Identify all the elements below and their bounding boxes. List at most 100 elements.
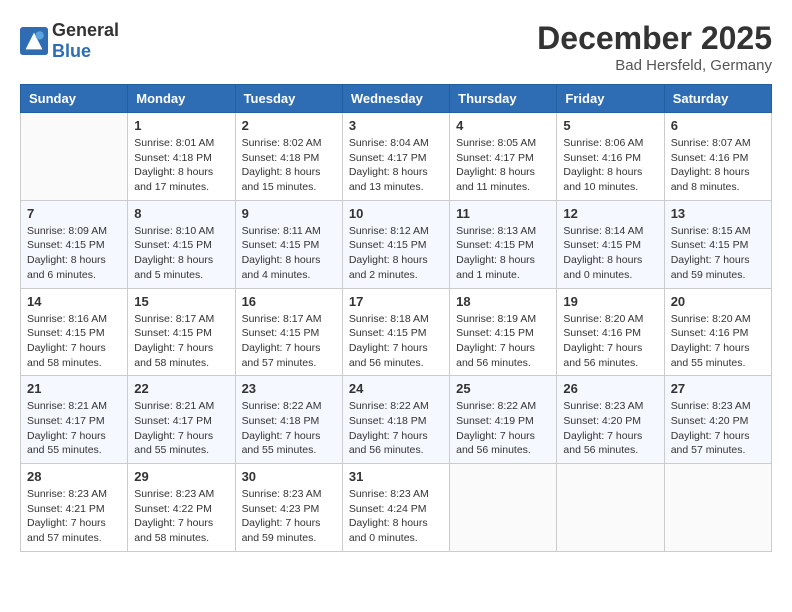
logo-general: General [52,20,119,40]
day-number: 7 [27,206,121,221]
day-number: 18 [456,294,550,309]
day-info: Sunrise: 8:21 AM Sunset: 4:17 PM Dayligh… [27,399,121,458]
calendar-cell: 14 Sunrise: 8:16 AM Sunset: 4:15 PM Dayli… [21,288,128,376]
day-info: Sunrise: 8:05 AM Sunset: 4:17 PM Dayligh… [456,136,550,195]
day-of-week-sunday: Sunday [21,85,128,113]
calendar-cell: 4Sunrise: 8:05 AM Sunset: 4:17 PM Daylig… [450,113,557,201]
day-info: Sunrise: 8:17 AM Sunset: 4:15 PM Dayligh… [134,312,228,371]
logo-blue: Blue [52,41,91,61]
calendar-cell: 27 Sunrise: 8:23 AM Sunset: 4:20 PM Dayli… [664,376,771,464]
calendar-cell: 31Sunrise: 8:23 AM Sunset: 4:24 PM Dayli… [342,464,449,552]
day-info: Sunrise: 8:20 AM Sunset: 4:16 PM Dayligh… [563,312,657,371]
day-info: Sunrise: 8:22 AM Sunset: 4:18 PM Dayligh… [242,399,336,458]
calendar-cell: 8Sunrise: 8:10 AM Sunset: 4:15 PM Daylig… [128,200,235,288]
day-info: Sunrise: 8:21 AM Sunset: 4:17 PM Dayligh… [134,399,228,458]
calendar-cell: 24 Sunrise: 8:22 AM Sunset: 4:18 PM Dayli… [342,376,449,464]
day-number: 21 [27,381,121,396]
calendar-cell: 10Sunrise: 8:12 AM Sunset: 4:15 PM Dayli… [342,200,449,288]
day-info: Sunrise: 8:23 AM Sunset: 4:22 PM Dayligh… [134,487,228,546]
logo: General Blue [20,20,119,62]
calendar-cell: 1 Sunrise: 8:01 AM Sunset: 4:18 PM Daylig… [128,113,235,201]
day-number: 31 [349,469,443,484]
logo-text: General Blue [52,20,119,62]
calendar-cell: 17 Sunrise: 8:18 AM Sunset: 4:15 PM Dayli… [342,288,449,376]
logo-icon [20,27,48,55]
calendar-cell: 29 Sunrise: 8:23 AM Sunset: 4:22 PM Dayli… [128,464,235,552]
day-of-week-saturday: Saturday [664,85,771,113]
calendar-cell: 15 Sunrise: 8:17 AM Sunset: 4:15 PM Dayli… [128,288,235,376]
day-info: Sunrise: 8:19 AM Sunset: 4:15 PM Dayligh… [456,312,550,371]
calendar-cell: 9 Sunrise: 8:11 AM Sunset: 4:15 PM Daylig… [235,200,342,288]
day-number: 2 [242,118,336,133]
day-info: Sunrise: 8:10 AM Sunset: 4:15 PM Dayligh… [134,224,228,283]
day-info: Sunrise: 8:06 AM Sunset: 4:16 PM Dayligh… [563,136,657,195]
calendar-cell: 7 Sunrise: 8:09 AM Sunset: 4:15 PM Daylig… [21,200,128,288]
calendar-cell: 6Sunrise: 8:07 AM Sunset: 4:16 PM Daylig… [664,113,771,201]
calendar-cell: 28 Sunrise: 8:23 AM Sunset: 4:21 PM Dayli… [21,464,128,552]
day-info: Sunrise: 8:14 AM Sunset: 4:15 PM Dayligh… [563,224,657,283]
day-info: Sunrise: 8:23 AM Sunset: 4:20 PM Dayligh… [671,399,765,458]
day-info: Sunrise: 8:13 AM Sunset: 4:15 PM Dayligh… [456,224,550,283]
calendar-header-row: SundayMondayTuesdayWednesdayThursdayFrid… [21,85,772,113]
day-info: Sunrise: 8:22 AM Sunset: 4:19 PM Dayligh… [456,399,550,458]
calendar-cell: 2 Sunrise: 8:02 AM Sunset: 4:18 PM Daylig… [235,113,342,201]
title-block: December 2025 Bad Hersfeld, Germany [537,20,772,74]
day-number: 20 [671,294,765,309]
calendar: SundayMondayTuesdayWednesdayThursdayFrid… [20,84,772,552]
day-number: 10 [349,206,443,221]
day-info: Sunrise: 8:23 AM Sunset: 4:23 PM Dayligh… [242,487,336,546]
day-number: 28 [27,469,121,484]
day-number: 23 [242,381,336,396]
day-number: 1 [134,118,228,133]
day-number: 27 [671,381,765,396]
calendar-cell: 26 Sunrise: 8:23 AM Sunset: 4:20 PM Dayli… [557,376,664,464]
day-info: Sunrise: 8:22 AM Sunset: 4:18 PM Dayligh… [349,399,443,458]
day-info: Sunrise: 8:23 AM Sunset: 4:21 PM Dayligh… [27,487,121,546]
day-number: 24 [349,381,443,396]
day-info: Sunrise: 8:15 AM Sunset: 4:15 PM Dayligh… [671,224,765,283]
calendar-cell: 18 Sunrise: 8:19 AM Sunset: 4:15 PM Dayli… [450,288,557,376]
calendar-cell: 13Sunrise: 8:15 AM Sunset: 4:15 PM Dayli… [664,200,771,288]
day-number: 14 [27,294,121,309]
day-number: 29 [134,469,228,484]
day-info: Sunrise: 8:17 AM Sunset: 4:15 PM Dayligh… [242,312,336,371]
day-of-week-monday: Monday [128,85,235,113]
day-info: Sunrise: 8:23 AM Sunset: 4:20 PM Dayligh… [563,399,657,458]
calendar-cell [21,113,128,201]
calendar-cell: 25 Sunrise: 8:22 AM Sunset: 4:19 PM Dayli… [450,376,557,464]
day-number: 6 [671,118,765,133]
calendar-cell [557,464,664,552]
calendar-cell: 21 Sunrise: 8:21 AM Sunset: 4:17 PM Dayli… [21,376,128,464]
day-number: 15 [134,294,228,309]
day-info: Sunrise: 8:16 AM Sunset: 4:15 PM Dayligh… [27,312,121,371]
day-number: 12 [563,206,657,221]
day-info: Sunrise: 8:18 AM Sunset: 4:15 PM Dayligh… [349,312,443,371]
day-number: 30 [242,469,336,484]
day-number: 19 [563,294,657,309]
day-number: 25 [456,381,550,396]
calendar-cell: 11 Sunrise: 8:13 AM Sunset: 4:15 PM Dayli… [450,200,557,288]
day-number: 9 [242,206,336,221]
page-header: General Blue December 2025 Bad Hersfeld,… [20,20,772,74]
day-number: 5 [563,118,657,133]
calendar-cell [450,464,557,552]
location: Bad Hersfeld, Germany [537,57,772,74]
day-number: 26 [563,381,657,396]
calendar-cell: 23 Sunrise: 8:22 AM Sunset: 4:18 PM Dayli… [235,376,342,464]
calendar-week-row: 28 Sunrise: 8:23 AM Sunset: 4:21 PM Dayli… [21,464,772,552]
calendar-cell: 30 Sunrise: 8:23 AM Sunset: 4:23 PM Dayli… [235,464,342,552]
day-number: 16 [242,294,336,309]
day-info: Sunrise: 8:09 AM Sunset: 4:15 PM Dayligh… [27,224,121,283]
day-info: Sunrise: 8:01 AM Sunset: 4:18 PM Dayligh… [134,136,228,195]
month-title: December 2025 [537,20,772,57]
calendar-week-row: 7 Sunrise: 8:09 AM Sunset: 4:15 PM Daylig… [21,200,772,288]
calendar-week-row: 1 Sunrise: 8:01 AM Sunset: 4:18 PM Daylig… [21,113,772,201]
day-number: 11 [456,206,550,221]
day-info: Sunrise: 8:11 AM Sunset: 4:15 PM Dayligh… [242,224,336,283]
day-of-week-wednesday: Wednesday [342,85,449,113]
day-info: Sunrise: 8:02 AM Sunset: 4:18 PM Dayligh… [242,136,336,195]
day-of-week-tuesday: Tuesday [235,85,342,113]
day-number: 17 [349,294,443,309]
day-of-week-friday: Friday [557,85,664,113]
day-of-week-thursday: Thursday [450,85,557,113]
